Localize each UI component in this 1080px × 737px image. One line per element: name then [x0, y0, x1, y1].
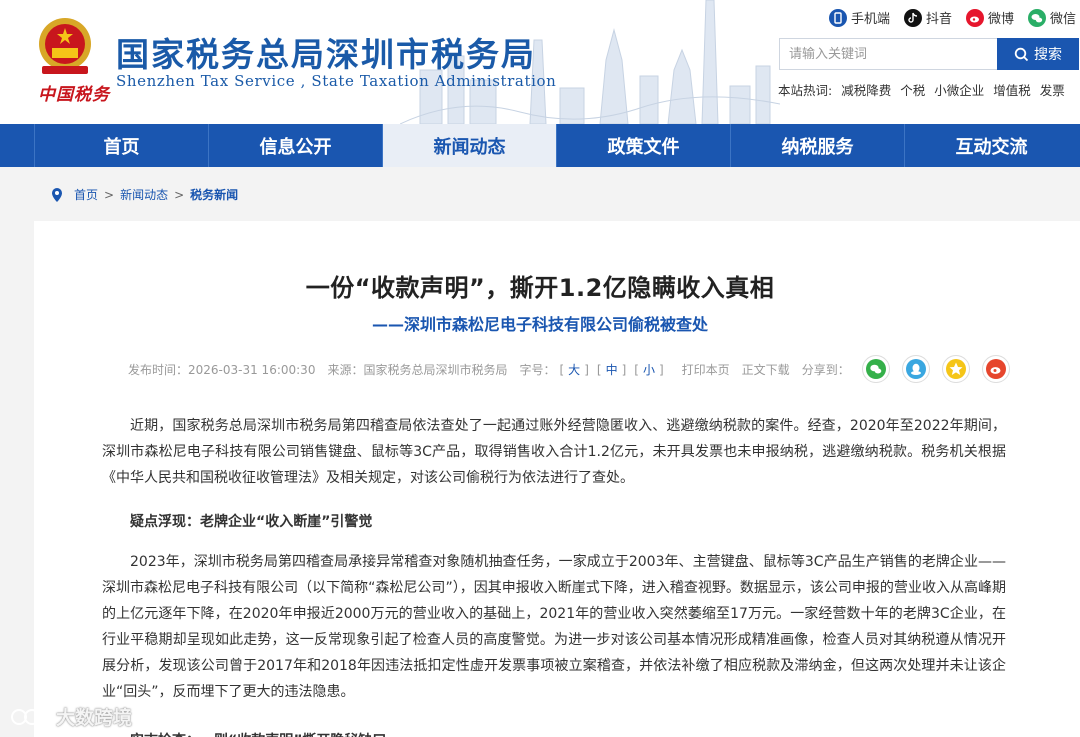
site-title: 国家税务总局深圳市税务局	[116, 35, 536, 74]
publish-time: 发布时间：2026-03-31 16:00:30	[128, 362, 316, 377]
search-button[interactable]: 搜索	[997, 38, 1079, 70]
article-section-heading: 实志检查：一则“收款声明”撕开隐秘缺口	[102, 728, 1006, 737]
hot-words-label: 本站热词:	[778, 83, 833, 98]
share-wechat-icon[interactable]	[861, 355, 890, 383]
search-button-label: 搜索	[1034, 47, 1062, 63]
social-mobile-label: 手机端	[850, 12, 890, 27]
main-nav: 首页 信息公开 新闻动态 政策文件 纳税服务 互动交流	[0, 124, 1080, 167]
font-size-label: 字号：	[519, 362, 556, 377]
share-qq-icon[interactable]	[901, 355, 930, 383]
nav-item-policy[interactable]: 政策文件	[556, 124, 730, 167]
site-subtitle: Shenzhen Tax Service , State Taxation Ad…	[116, 72, 557, 90]
social-wechat-label: 微信	[1049, 12, 1076, 27]
nav-item-home[interactable]: 首页	[34, 124, 208, 167]
social-weibo[interactable]: 微博	[965, 8, 1014, 27]
nav-item-news[interactable]: 新闻动态	[382, 124, 556, 167]
hot-word-link[interactable]: 小微企业	[934, 80, 984, 99]
watermark: 大数跨境	[10, 703, 132, 730]
breadcrumb: 首页 > 新闻动态 > 税务新闻	[50, 186, 238, 203]
social-links: 手机端 抖音 微博 微信	[828, 8, 1076, 27]
weibo-icon	[965, 8, 984, 27]
share-weibo-icon[interactable]	[981, 355, 1010, 383]
hot-word-link[interactable]: 增值税	[993, 80, 1031, 99]
hot-word-link[interactable]: 个税	[900, 80, 925, 99]
social-douyin[interactable]: 抖音	[903, 8, 952, 27]
logo-caption: 中国税务	[38, 85, 110, 105]
national-emblem-logo	[39, 18, 91, 74]
site-header: 中国税务 国家税务总局深圳市税务局 Shenzhen Tax Service ,…	[0, 0, 1080, 124]
nav-item-info-disclosure[interactable]: 信息公开	[208, 124, 382, 167]
share-qzone-icon[interactable]	[941, 355, 970, 383]
search-input[interactable]	[779, 38, 997, 70]
wechat-icon	[1027, 8, 1046, 27]
print-link[interactable]: 打印本页	[682, 361, 730, 378]
hot-word-link[interactable]: 减税降费	[841, 80, 891, 99]
social-mobile[interactable]: 手机端	[828, 8, 890, 27]
font-size-large[interactable]: 大	[568, 363, 580, 377]
article-paragraph: 2023年，深圳市税务局第四稽查局承接异常稽查对象随机抽查任务，一家成立于200…	[102, 554, 1006, 700]
mobile-icon	[828, 8, 847, 27]
hot-word-link[interactable]: 发票	[1040, 80, 1065, 99]
social-douyin-label: 抖音	[925, 12, 952, 27]
nav-item-interaction[interactable]: 互动交流	[904, 124, 1078, 167]
font-size-small[interactable]: 小	[643, 363, 655, 377]
breadcrumb-separator: >	[104, 187, 115, 202]
font-size-medium[interactable]: 中	[606, 363, 618, 377]
hot-words: 本站热词: 减税降费 个税 小微企业 增值税 发票	[778, 80, 1065, 99]
article-title: 一份“收款声明”，撕开1.2亿隐瞒收入真相	[305, 274, 775, 302]
breadcrumb-current[interactable]: 税务新闻	[190, 186, 238, 203]
watermark-logo-icon	[11, 708, 48, 725]
breadcrumb-home[interactable]: 首页	[74, 186, 98, 203]
location-pin-icon	[52, 187, 62, 202]
watermark-text: 大数跨境	[56, 707, 133, 729]
breadcrumb-separator: >	[174, 187, 185, 202]
social-wechat[interactable]: 微信	[1027, 8, 1076, 27]
social-weibo-label: 微博	[987, 12, 1014, 27]
search-bar: 搜索	[779, 38, 1079, 70]
download-link[interactable]: 正文下载	[742, 361, 790, 378]
search-icon	[1014, 47, 1029, 61]
douyin-icon	[903, 8, 922, 27]
nav-item-tax-service[interactable]: 纳税服务	[730, 124, 904, 167]
article-source: 来源：国家税务总局深圳市税务局	[327, 362, 508, 377]
breadcrumb-news[interactable]: 新闻动态	[120, 186, 168, 203]
font-size-control: 字号：[大][中][小]	[519, 362, 664, 377]
article-section-heading: 疑点浮现：老牌企业“收入断崖”引警觉	[130, 514, 373, 530]
article-meta: 发布时间：2026-03-31 16:00:30 来源：国家税务总局深圳市税务局…	[128, 353, 1022, 385]
article-subtitle: ——深圳市森松尼电子科技有限公司偷税被查处	[371, 315, 708, 334]
article-paragraph: 近期，国家税务总局深圳市税务局第四稽查局依法查处了一起通过账外经营隐匿收入、逃避…	[102, 418, 1006, 486]
share-label: 分享到：	[801, 362, 850, 377]
